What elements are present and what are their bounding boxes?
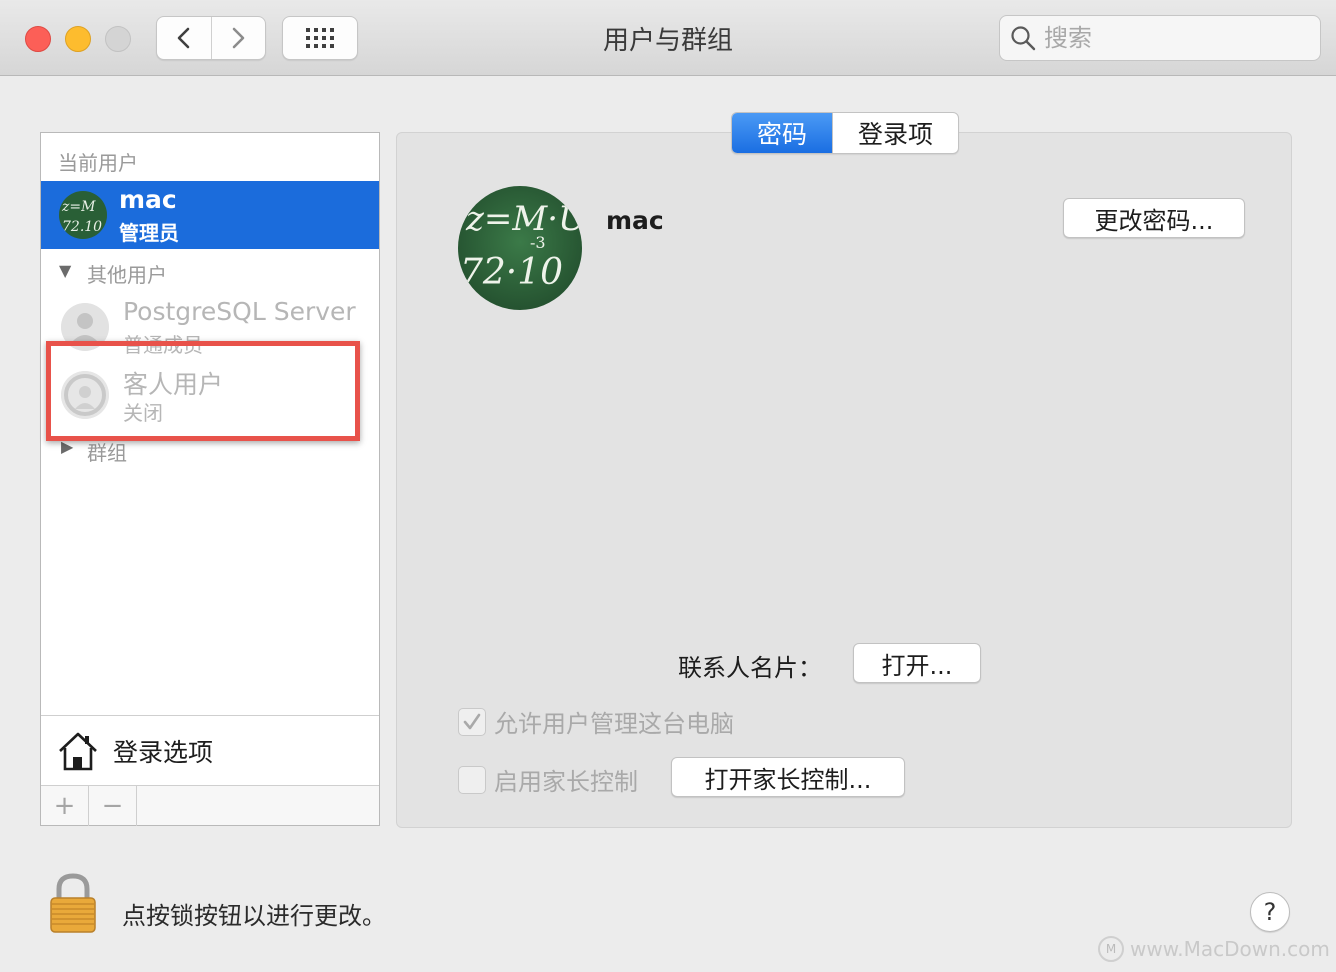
user-row-mac[interactable]: z=M 72.10 mac 管理员: [41, 181, 379, 249]
svg-text:72.10: 72.10: [62, 219, 102, 235]
parental-controls-label: 启用家长控制: [494, 768, 638, 796]
parental-controls-checkbox[interactable]: [458, 765, 486, 794]
user-role: 普通成员: [123, 333, 203, 357]
window-title: 用户与群组: [602, 26, 733, 56]
users-list: 当前用户 z=M 72.10 mac 管理员 ▼ 其他用户 PostgreSQL…: [40, 132, 380, 826]
disclosure-triangle-down-icon[interactable]: ▼: [59, 261, 71, 280]
add-remove-bar: + −: [41, 785, 379, 826]
open-parental-controls-button[interactable]: 打开家长控制...: [671, 757, 905, 797]
zoom-window-button[interactable]: [105, 26, 131, 52]
watermark: M www.MacDown.com: [1098, 936, 1330, 962]
search-icon: [1011, 26, 1036, 51]
change-password-button[interactable]: 更改密码...: [1063, 198, 1245, 238]
svg-text:z=M: z=M: [61, 199, 96, 215]
lock-icon[interactable]: [48, 872, 98, 934]
lock-status-text: 点按锁按钮以进行更改。: [122, 902, 386, 930]
user-name: PostgreSQL Server: [123, 297, 356, 326]
avatar: z=M 72.10: [59, 191, 107, 239]
user-picture[interactable]: z=M·U -3 72·10: [458, 186, 582, 310]
user-name: 客人用户: [123, 370, 224, 399]
tab-bar: 密码 登录项: [731, 112, 959, 154]
user-role: 关闭: [123, 401, 163, 425]
allow-admin-checkbox[interactable]: [458, 707, 486, 736]
help-button[interactable]: ?: [1250, 892, 1290, 932]
back-button[interactable]: [157, 17, 211, 59]
allow-admin-label: 允许用户管理这台电脑: [494, 710, 734, 738]
show-all-button[interactable]: [282, 16, 358, 60]
chevron-right-icon: [232, 27, 245, 49]
current-users-header: 当前用户: [58, 151, 138, 175]
checkmark-icon: [463, 713, 481, 729]
svg-text:72·10: 72·10: [460, 252, 563, 293]
watermark-logo-icon: M: [1098, 936, 1124, 962]
forward-button[interactable]: [210, 17, 266, 59]
chevron-left-icon: [177, 27, 190, 49]
tab-login-items[interactable]: 登录项: [832, 113, 958, 153]
login-options-label: 登录选项: [113, 737, 214, 767]
svg-text:-3: -3: [530, 233, 546, 252]
remove-user-button[interactable]: −: [89, 786, 137, 826]
svg-text:z=M·U: z=M·U: [465, 199, 582, 239]
parental-controls-row: 启用家长控制: [458, 762, 638, 797]
close-window-button[interactable]: [25, 26, 51, 52]
login-options-item[interactable]: 登录选项: [41, 715, 379, 785]
user-row-guest[interactable]: 客人用户 关闭: [41, 361, 379, 429]
add-user-button[interactable]: +: [41, 786, 89, 826]
user-name: mac: [119, 185, 177, 214]
other-users-header: 其他用户: [87, 263, 167, 287]
search-field[interactable]: [999, 15, 1321, 61]
window-toolbar: 用户与群组: [0, 0, 1336, 76]
minimize-window-button[interactable]: [65, 26, 91, 52]
tab-password[interactable]: 密码: [732, 113, 832, 153]
watermark-text: www.MacDown.com: [1130, 937, 1330, 961]
contact-card-label: 联系人名片：: [678, 654, 822, 682]
guest-user-icon: [61, 371, 109, 419]
open-contact-card-button[interactable]: 打开...: [853, 643, 981, 683]
house-icon: [59, 732, 97, 770]
disclosure-triangle-right-icon[interactable]: ▶: [61, 437, 73, 456]
groups-header: 群组: [87, 441, 127, 465]
back-forward-control: [156, 16, 266, 60]
account-name: mac: [606, 206, 664, 235]
user-silhouette-icon: [61, 303, 109, 351]
allow-admin-row: 允许用户管理这台电脑: [458, 704, 734, 739]
user-role: 管理员: [119, 221, 179, 245]
search-input[interactable]: [1044, 24, 1304, 52]
grid-icon: [306, 28, 334, 48]
user-row-postgresql[interactable]: PostgreSQL Server 普通成员: [41, 293, 379, 361]
